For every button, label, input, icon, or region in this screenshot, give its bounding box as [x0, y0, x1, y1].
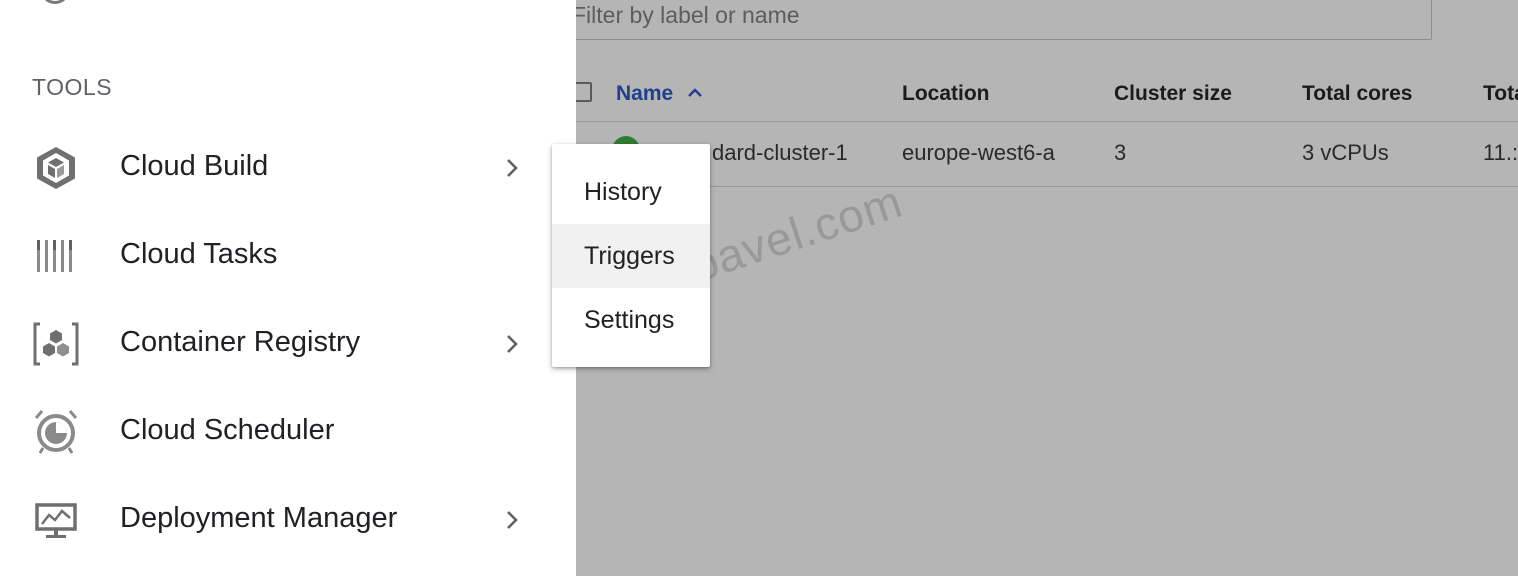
cluster-location: europe-west6-a — [902, 140, 1055, 165]
submenu-item-history[interactable]: History — [552, 160, 710, 224]
menu-item-deployment-manager[interactable]: Deployment Manager — [0, 476, 576, 564]
partial-icon — [40, 0, 70, 4]
column-header-total-memory[interactable]: Tota — [1483, 82, 1518, 106]
navigation-drawer: TOOLS Cloud Build Cloud Tasks Container … — [0, 0, 576, 576]
column-header-location[interactable]: Location — [902, 82, 990, 106]
section-title-tools: TOOLS — [32, 74, 113, 100]
column-header-total-cores[interactable]: Total cores — [1302, 82, 1412, 106]
submenu-item-settings[interactable]: Settings — [552, 288, 710, 352]
cluster-total-memory: 11.: — [1483, 140, 1518, 165]
cloud-build-icon — [37, 147, 75, 189]
chevron-right-icon — [507, 335, 518, 353]
chevron-right-icon — [507, 159, 518, 177]
filter-placeholder: Filter by label or name — [572, 2, 800, 28]
screen: Filter by label or name Name Location Cl… — [0, 0, 1518, 576]
cluster-size: 3 — [1114, 140, 1127, 165]
table-header-divider — [576, 121, 1518, 122]
cloud-build-submenu: History Triggers Settings — [552, 144, 710, 367]
menu-item-container-registry[interactable]: Container Registry — [0, 300, 576, 388]
column-header-name[interactable]: Name — [616, 82, 673, 106]
cloud-scheduler-icon — [34, 410, 78, 454]
menu-item-label: Container Registry — [120, 326, 361, 358]
column-header-cluster-size[interactable]: Cluster size — [1114, 82, 1232, 106]
deployment-manager-icon — [35, 503, 77, 538]
container-registry-icon — [33, 322, 79, 366]
cloud-tasks-icon — [37, 240, 72, 272]
menu-item-label: Cloud Build — [120, 150, 269, 182]
sort-ascending-icon[interactable] — [686, 84, 704, 102]
menu-item-cloud-scheduler[interactable]: Cloud Scheduler — [0, 388, 576, 476]
menu-item-label: Cloud Tasks — [120, 238, 278, 270]
menu-item-cloud-build[interactable]: Cloud Build — [0, 124, 576, 212]
chevron-right-icon — [507, 511, 518, 529]
submenu-item-triggers[interactable]: Triggers — [552, 224, 710, 288]
cluster-total-cores: 3 vCPUs — [1302, 140, 1389, 165]
menu-item-cloud-tasks[interactable]: Cloud Tasks — [0, 212, 576, 300]
menu-item-label: Cloud Scheduler — [120, 414, 335, 446]
menu-item-label: Deployment Manager — [120, 502, 398, 534]
cluster-name-link[interactable]: dard-cluster-1 — [712, 140, 848, 166]
table-row-divider — [576, 186, 1518, 187]
